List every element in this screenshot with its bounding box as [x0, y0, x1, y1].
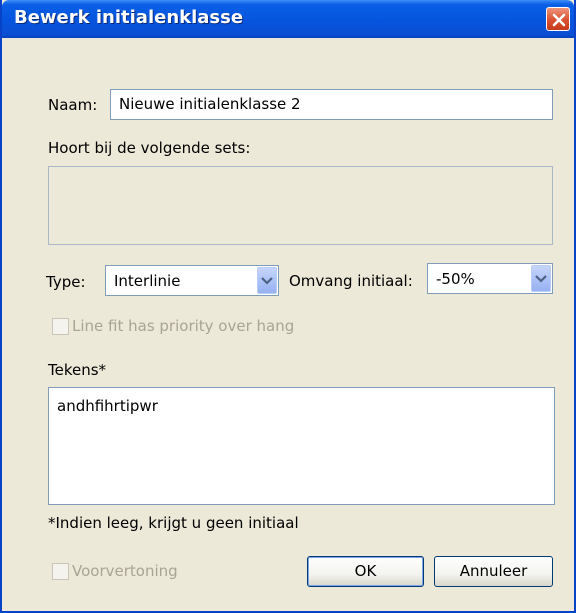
type-select-value: Interlinie [114, 272, 181, 290]
type-select[interactable]: Interlinie [105, 265, 279, 296]
sets-label: Hoort bij de volgende sets: [48, 139, 251, 157]
naam-label: Naam: [48, 96, 98, 114]
line-fit-checkbox[interactable] [52, 318, 69, 335]
preview-checkbox[interactable] [52, 563, 69, 580]
chevron-down-icon [535, 275, 547, 283]
type-dropdown-button[interactable] [257, 267, 277, 294]
omvang-dropdown-button[interactable] [531, 265, 551, 292]
tekens-value: andhfihrtipwr [57, 397, 158, 415]
omvang-select-value: -50% [436, 270, 475, 288]
chevron-down-icon [261, 277, 273, 285]
naam-input[interactable]: Nieuwe initialenklasse 2 [110, 89, 553, 120]
type-label: Type: [46, 273, 86, 291]
omvang-select[interactable]: -50% [427, 263, 553, 294]
omvang-label: Omvang initiaal: [289, 272, 413, 290]
dialog-window: Bewerk initialenklasse Naam: Nieuwe init… [0, 0, 576, 613]
tekens-label: Tekens* [48, 361, 107, 379]
cancel-button[interactable]: Annuleer [434, 556, 553, 587]
dialog-title: Bewerk initialenklasse [14, 7, 244, 28]
close-icon [552, 13, 566, 27]
line-fit-label: Line fit has priority over hang [72, 317, 295, 335]
tekens-textarea[interactable]: andhfihrtipwr [48, 387, 555, 505]
preview-label: Voorvertoning [72, 562, 178, 580]
close-button[interactable] [546, 7, 570, 31]
title-bar[interactable]: Bewerk initialenklasse [2, 0, 574, 38]
footnote-text: *Indien leeg, krijgt u geen initiaal [48, 514, 299, 532]
ok-button[interactable]: OK [307, 556, 424, 587]
sets-list[interactable] [48, 166, 553, 245]
